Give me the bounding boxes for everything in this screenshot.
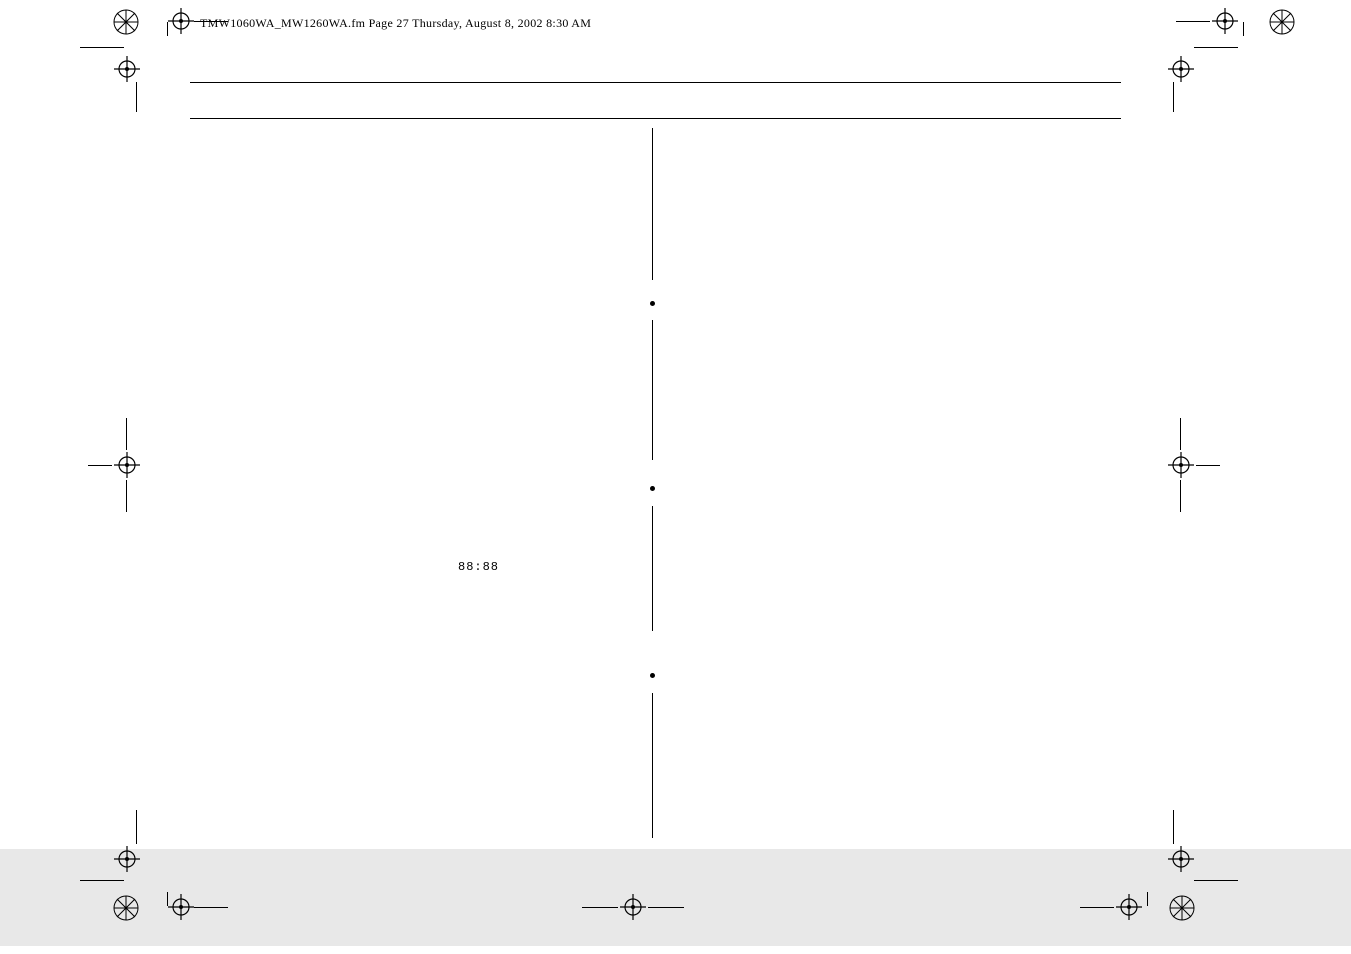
registration-target-midright-icon	[1168, 452, 1194, 478]
registration-target-lowerleft-icon	[114, 846, 140, 872]
rosette-top-left-icon	[112, 8, 140, 36]
center-line-seg-2	[652, 320, 653, 460]
registration-target-lowerright-icon	[1168, 846, 1194, 872]
framemaker-header-text: TMW1060WA_MW1260WA.fm Page 27 Thursday, …	[200, 16, 591, 31]
crop-bar-midleft-h	[88, 465, 112, 466]
crop-tick-bottomright2-v	[1147, 892, 1148, 906]
crop-bar-lowerright-h	[1194, 880, 1238, 881]
rule-top-2	[190, 118, 1121, 119]
crop-tick-lowerleft-v	[136, 810, 137, 844]
crop-bar-bottomcenter-r	[648, 907, 684, 908]
registration-target-top-left-icon	[168, 8, 194, 34]
registration-target-bottomleft2-icon	[168, 894, 194, 920]
registration-target-upperright2-icon	[1168, 56, 1194, 82]
center-line-seg-1	[652, 128, 653, 280]
lcd-placeholder-text: 88:88	[458, 560, 499, 574]
rule-top-1	[190, 82, 1121, 83]
crop-tick-upperright2-v	[1173, 82, 1174, 112]
crop-bar-top-left	[194, 21, 228, 22]
registration-target-midleft-icon	[114, 452, 140, 478]
registration-target-upperleft2-icon	[114, 56, 140, 82]
page-canvas: { "header": { "line": "TMW1060WA_MW1260W…	[0, 0, 1351, 954]
crop-bar-bottomcenter-l	[582, 907, 618, 908]
crop-bar-upperright2-h	[1194, 47, 1238, 48]
crop-tick-midright-v-bot	[1180, 480, 1181, 512]
crop-tick-midleft-v-top	[126, 418, 127, 450]
crop-tick-midright-v-top	[1180, 418, 1181, 450]
registration-target-top-right-icon	[1212, 8, 1238, 34]
center-line-seg-3	[652, 506, 653, 631]
rosette-bottom-left-icon	[112, 894, 140, 922]
rosette-top-right-icon	[1268, 8, 1296, 36]
rosette-bottom-right-icon	[1168, 894, 1196, 922]
registration-target-bottomright2-icon	[1116, 894, 1142, 920]
crop-bar-lowerleft-h	[80, 880, 124, 881]
crop-bar-bottomright2-h	[1080, 907, 1114, 908]
crop-bar-midright-h	[1196, 465, 1220, 466]
crop-tick-lowerright-v	[1173, 810, 1174, 844]
crop-bar-top-right	[1176, 21, 1210, 22]
bottom-gray-band	[0, 849, 1351, 954]
crop-tick-bottomleft2-v	[167, 892, 168, 906]
center-bullet-2	[650, 486, 655, 491]
crop-bar-bottomleft2-h	[194, 907, 228, 908]
crop-bar-upperleft2-h	[80, 47, 124, 48]
bottom-white-edge	[0, 946, 1351, 954]
crop-tick-top-right-v	[1243, 22, 1244, 36]
center-bullet-3	[650, 673, 655, 678]
crop-tick-top-left-v	[167, 22, 168, 36]
center-bullet-1	[650, 301, 655, 306]
center-line-seg-4	[652, 693, 653, 838]
crop-tick-midleft-v-bot	[126, 480, 127, 512]
crop-tick-upperleft2-v	[136, 82, 137, 112]
registration-target-bottomcenter-icon	[620, 894, 646, 920]
